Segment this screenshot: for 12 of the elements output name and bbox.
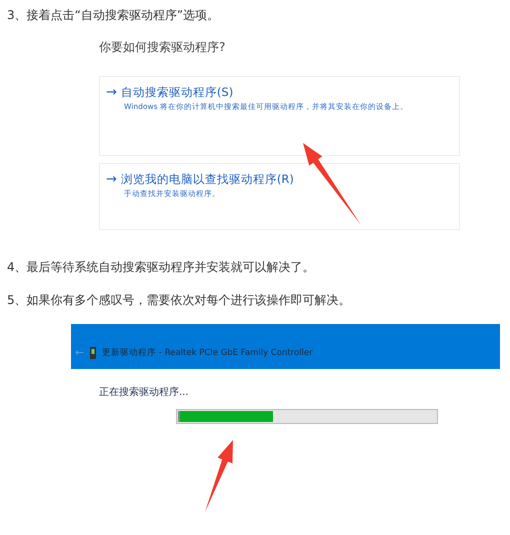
status-text: 正在搜索驱动程序... xyxy=(99,386,190,399)
arrow-icon: → xyxy=(106,85,117,100)
step-text: 4、最后等待系统自动搜索驱动程序并安装就可以解决了。 xyxy=(7,259,316,276)
dialog-question: 你要如何搜索驱动程序? xyxy=(99,39,226,56)
device-icon xyxy=(90,347,96,359)
step-text: 3、接着点击“自动搜索驱动程序”选项。 xyxy=(7,7,220,24)
step-text: 5、如果你有多个感叹号，需要依次对每个进行该操作即可解决。 xyxy=(7,292,352,309)
option-title: 浏览我的电脑以查找驱动程序(R) xyxy=(120,172,294,187)
pointer-arrow xyxy=(205,440,233,512)
option-title: 自动搜索驱动程序(S) xyxy=(120,85,234,100)
window-title: 更新驱动程序 - Realtek PCIe GbE Family Controller xyxy=(102,347,313,359)
arrow-icon: → xyxy=(106,172,117,187)
